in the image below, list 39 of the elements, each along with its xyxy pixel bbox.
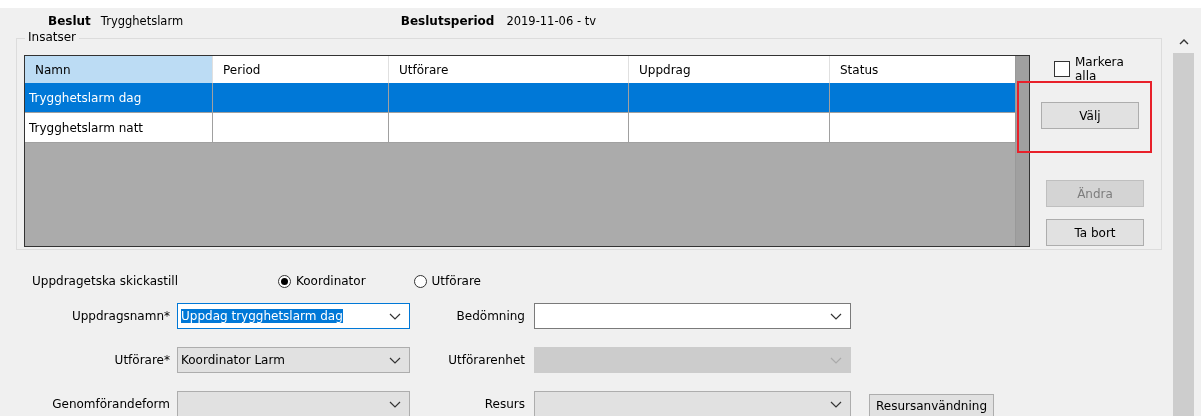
group-title: Insatser bbox=[25, 30, 80, 44]
checkbox[interactable] bbox=[1054, 61, 1070, 77]
field-label: Resurs bbox=[483, 397, 525, 411]
field-label: Uppdragsnamn* bbox=[70, 309, 170, 323]
field-label: Utförarenhet bbox=[447, 353, 525, 367]
table-row[interactable]: Trygghetslarm natt bbox=[25, 113, 1015, 143]
dropdown-field[interactable] bbox=[534, 303, 851, 329]
column-header[interactable]: Status bbox=[830, 56, 1015, 83]
button[interactable]: Resursanvändning bbox=[869, 394, 995, 416]
caret-icon bbox=[830, 356, 842, 364]
field-label: Uppdragetska skickastill bbox=[32, 274, 179, 288]
column-header[interactable]: Namn bbox=[25, 56, 213, 83]
button[interactable]: Ta bort bbox=[1046, 219, 1144, 246]
field-label: Beslut bbox=[48, 14, 91, 28]
caret-icon bbox=[389, 356, 401, 364]
table-cell: Trygghetslarm natt bbox=[25, 113, 213, 142]
table-cell: Trygghetslarm dag bbox=[25, 83, 213, 112]
scroll-up-icon[interactable] bbox=[1178, 39, 1189, 45]
field-value: 2019-11-06 - tv bbox=[506, 14, 596, 28]
field-value: Trygghetslarm bbox=[100, 14, 185, 28]
field-label: Beslutsperiod bbox=[400, 14, 495, 28]
dropdown-field[interactable]: Uppdag trygghetslarm dag bbox=[177, 303, 410, 329]
dropdown-field[interactable] bbox=[177, 391, 410, 416]
radio-label: Koordinator bbox=[296, 274, 366, 288]
caret-icon bbox=[830, 312, 842, 320]
caret-icon bbox=[830, 400, 842, 408]
table-row[interactable]: Trygghetslarm dag bbox=[25, 83, 1015, 113]
field-label: Genomförandeform bbox=[51, 397, 170, 411]
radio-button[interactable] bbox=[413, 274, 427, 288]
scrollbar[interactable] bbox=[1015, 56, 1029, 246]
dropdown-field[interactable]: Koordinator Larm bbox=[177, 347, 410, 373]
caret-icon bbox=[389, 312, 401, 320]
button[interactable]: Välj bbox=[1041, 102, 1139, 129]
dropdown-field[interactable] bbox=[534, 391, 851, 416]
radio-label: Utförare bbox=[431, 274, 481, 288]
caret-icon bbox=[389, 400, 401, 408]
field-label: Bedömning bbox=[455, 309, 525, 323]
radio-button[interactable] bbox=[278, 274, 291, 288]
field-label: Utförare* bbox=[113, 353, 170, 367]
